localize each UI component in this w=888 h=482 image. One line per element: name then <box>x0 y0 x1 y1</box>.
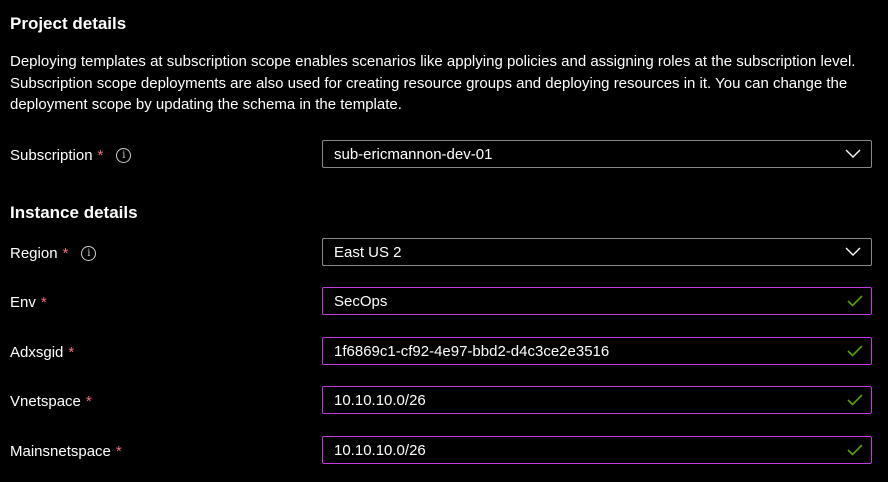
required-asterisk: * <box>97 146 104 164</box>
region-label-text: Region <box>10 244 58 262</box>
adxsgid-label: Adxsgid * <box>10 342 74 362</box>
adxsgid-input[interactable]: 1f6869c1-cf92-4e97-bbd2-d4c3ce2e3516 <box>322 337 872 365</box>
adxsgid-label-text: Adxsgid <box>10 343 64 361</box>
subscription-label-text: Subscription <box>10 146 93 164</box>
vnetspace-value: 10.10.10.0/26 <box>334 391 426 409</box>
subscription-label: Subscription * i <box>10 145 132 165</box>
region-value: East US 2 <box>334 243 402 261</box>
checkmark-icon <box>847 295 863 307</box>
required-asterisk: * <box>40 293 47 311</box>
mainsnetspace-value: 10.10.10.0/26 <box>334 441 426 459</box>
required-asterisk: * <box>85 392 92 410</box>
required-asterisk: * <box>68 343 75 361</box>
required-asterisk: * <box>115 442 122 460</box>
subscription-dropdown[interactable]: sub-ericmannon-dev-01 <box>322 140 872 168</box>
env-label: Env * <box>10 292 47 312</box>
deployment-form: Project details Deploying templates at s… <box>0 0 888 482</box>
project-details-description: Deploying templates at subscription scop… <box>10 53 856 113</box>
project-details-heading: Project details <box>10 14 127 33</box>
vnetspace-label: Vnetspace * <box>10 391 92 411</box>
env-input[interactable]: SecOps <box>322 287 872 315</box>
env-value: SecOps <box>334 292 388 310</box>
mainsnetspace-label-text: Mainsnetspace <box>10 442 111 460</box>
instance-details-heading: Instance details <box>10 203 138 222</box>
info-icon[interactable]: i <box>81 245 97 261</box>
checkmark-icon <box>847 444 863 456</box>
region-label: Region * i <box>10 243 97 263</box>
info-icon[interactable]: i <box>116 147 132 163</box>
mainsnetspace-input[interactable]: 10.10.10.0/26 <box>322 436 872 464</box>
env-label-text: Env <box>10 293 36 311</box>
mainsnetspace-label: Mainsnetspace * <box>10 441 122 461</box>
vnetspace-label-text: Vnetspace <box>10 392 81 410</box>
vnetspace-input[interactable]: 10.10.10.0/26 <box>322 386 872 414</box>
checkmark-icon <box>847 394 863 406</box>
chevron-down-icon <box>845 149 861 158</box>
subscription-value: sub-ericmannon-dev-01 <box>334 145 493 163</box>
adxsgid-value: 1f6869c1-cf92-4e97-bbd2-d4c3ce2e3516 <box>334 342 610 360</box>
required-asterisk: * <box>62 244 69 262</box>
chevron-down-icon <box>845 247 861 256</box>
region-dropdown[interactable]: East US 2 <box>322 238 872 266</box>
checkmark-icon <box>847 345 863 357</box>
